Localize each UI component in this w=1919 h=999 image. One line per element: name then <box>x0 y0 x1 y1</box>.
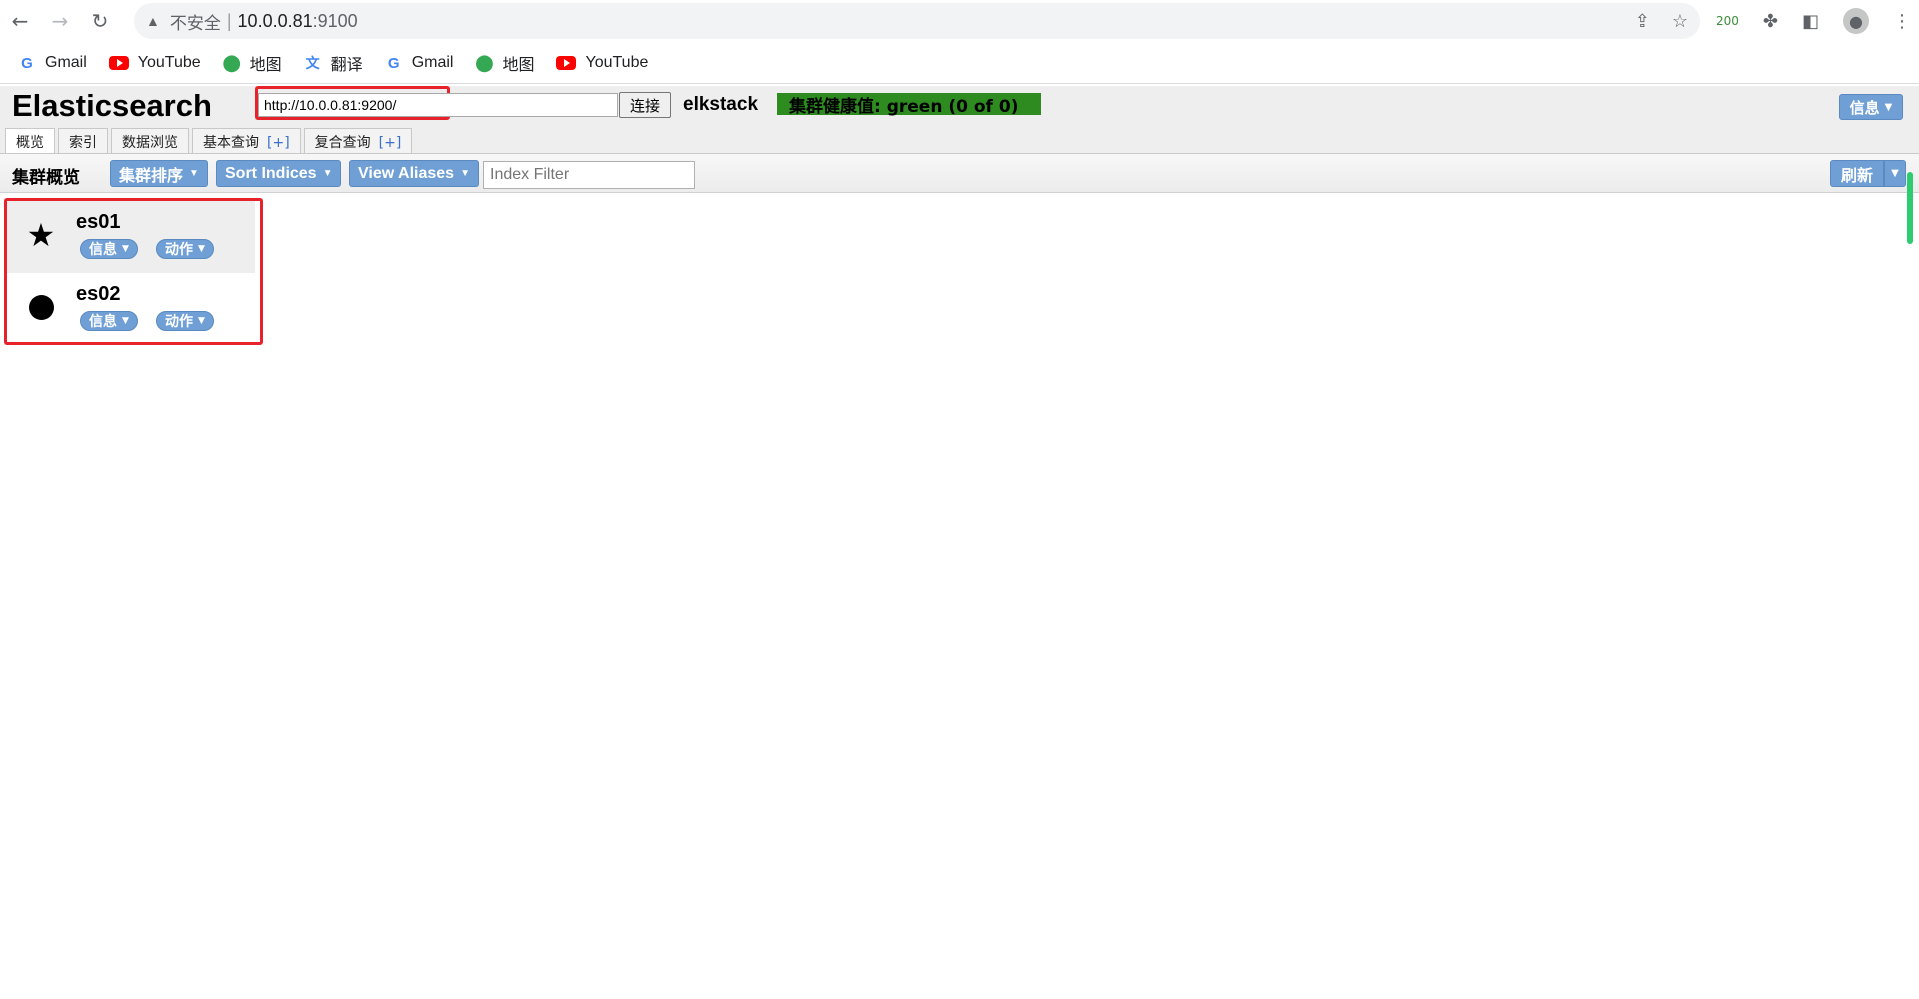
bookmark-label: Gmail <box>411 54 454 71</box>
cluster-health-badge: 集群健康值: green (0 of 0) <box>777 93 1041 117</box>
bookmark-maps-2[interactable]: ⬤ 地图 <box>475 51 535 75</box>
add-tab-button[interactable]: [+] <box>379 135 402 151</box>
bookmark-label: YouTube <box>137 54 201 71</box>
back-icon[interactable]: ← <box>0 0 40 43</box>
info-label: 信息 <box>1849 98 1880 117</box>
tab-bar: 概览 索引 数据浏览 基本查询 [+] 复合查询 [+] <box>5 128 413 153</box>
bookmark-maps[interactable]: ⬤ 地图 <box>223 51 282 75</box>
extensions-area: 200 ✤ ◧ ● ⋮ <box>1716 8 1911 34</box>
button-label: View Aliases <box>358 164 455 182</box>
address-bar[interactable]: ▲ 不安全 | 10.0.0.81 :9100 ⇪ ☆ <box>134 3 1700 39</box>
warning-icon[interactable]: ▲ <box>146 13 160 29</box>
separator: | <box>226 10 232 31</box>
tab-overview[interactable]: 概览 <box>5 128 55 153</box>
forward-icon[interactable]: → <box>40 0 80 43</box>
browser-toolbar: ← → ↻ ▲ 不安全 | 10.0.0.81 :9100 ⇪ ☆ 200 ✤ … <box>0 0 1919 43</box>
tab-label: 概览 <box>16 135 44 151</box>
maps-icon: ⬤ <box>475 55 494 72</box>
cluster-url-input[interactable] <box>258 93 618 117</box>
security-label[interactable]: 不安全 <box>170 9 221 34</box>
button-label: 集群排序 <box>119 167 184 185</box>
bookmark-label: YouTube <box>585 54 649 71</box>
overview-toolbar: 集群概览 集群排序 ▼ Sort Indices ▼ View Aliases ▼ 刷… <box>0 153 1919 193</box>
bookmark-gmail[interactable]: G Gmail <box>18 54 87 72</box>
button-label: Sort Indices <box>225 164 317 182</box>
bookmark-gmail-2[interactable]: G Gmail <box>385 54 454 72</box>
tab-label: 基本查询 <box>203 135 259 151</box>
tab-compound-query[interactable]: 复合查询 [+] <box>303 128 413 153</box>
google-icon: G <box>387 54 400 72</box>
tab-label: 索引 <box>69 135 97 151</box>
cluster-name: elkstack <box>683 94 759 115</box>
bookmark-label: 翻译 <box>330 57 363 74</box>
youtube-icon <box>556 56 577 70</box>
refresh-dropdown-icon[interactable]: ▼ <box>1884 160 1906 187</box>
scroll-indicator[interactable] <box>1907 172 1913 244</box>
tab-label: 数据浏览 <box>122 135 178 151</box>
url-port: :9100 <box>312 10 358 31</box>
nodes-highlight-box <box>4 198 263 345</box>
bookmark-translate[interactable]: 文翻译 <box>304 51 363 75</box>
app-title: Elasticsearch <box>12 88 212 123</box>
index-filter-input[interactable] <box>483 161 695 189</box>
youtube-icon <box>108 56 129 70</box>
bookmark-youtube[interactable]: YouTube <box>108 54 201 72</box>
bookmark-star-icon[interactable]: ☆ <box>1672 11 1688 32</box>
sort-cluster-button[interactable]: 集群排序 ▼ <box>110 160 208 187</box>
sort-indices-button[interactable]: Sort Indices ▼ <box>216 160 342 187</box>
tab-basic-query[interactable]: 基本查询 [+] <box>192 128 301 153</box>
tab-indices[interactable]: 索引 <box>58 128 108 153</box>
view-aliases-button[interactable]: View Aliases ▼ <box>349 160 479 187</box>
google-icon: G <box>21 54 33 72</box>
caret-down-icon: ▼ <box>1884 101 1893 113</box>
share-icon[interactable]: ⇪ <box>1635 11 1650 32</box>
bookmark-label: 地图 <box>502 57 535 74</box>
connect-button[interactable]: 连接 <box>619 92 671 118</box>
refresh-button[interactable]: 刷新 <box>1830 160 1884 187</box>
translate-icon: 文 <box>305 55 320 71</box>
caret-down-icon: ▼ <box>322 168 333 179</box>
bookmark-youtube-2[interactable]: YouTube <box>556 54 648 72</box>
es-header: Elasticsearch 连接 elkstack 集群健康值: green (… <box>0 86 1919 153</box>
tab-browser[interactable]: 数据浏览 <box>111 128 189 153</box>
bookmark-label: 地图 <box>249 57 282 74</box>
puzzle-icon[interactable]: ✤ <box>1763 11 1778 32</box>
caret-down-icon: ▼ <box>460 168 470 179</box>
add-tab-button[interactable]: [+] <box>267 135 290 151</box>
side-panel-icon[interactable]: ◧ <box>1802 11 1819 32</box>
overview-title: 集群概览 <box>12 168 80 188</box>
tab-label: 复合查询 <box>314 135 371 151</box>
info-menu-button[interactable]: 信息 ▼ <box>1839 94 1903 120</box>
bookmarks-bar: G Gmail YouTube ⬤ 地图 文翻译 G Gmail ⬤ 地图 YouTub… <box>0 43 1919 84</box>
url-host: 10.0.0.81 <box>237 10 313 31</box>
reload-icon[interactable]: ↻ <box>80 0 120 43</box>
caret-down-icon: ▼ <box>189 168 199 179</box>
menu-kebab-icon[interactable]: ⋮ <box>1893 11 1911 32</box>
bookmark-label: Gmail <box>45 54 87 71</box>
profile-avatar-icon[interactable]: ● <box>1843 8 1870 34</box>
maps-icon: ⬤ <box>222 55 241 72</box>
extension-badge[interactable]: 200 <box>1716 14 1739 28</box>
